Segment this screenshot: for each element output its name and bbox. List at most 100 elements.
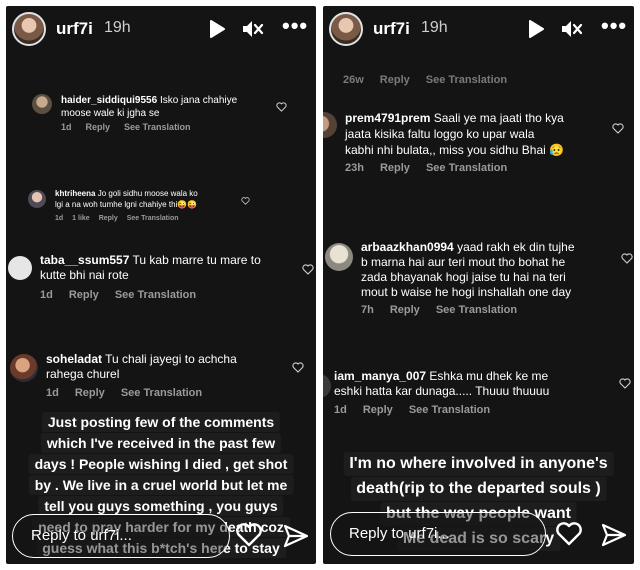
comment-avatar[interactable] [325, 243, 353, 271]
comment-username[interactable]: khtriheena [55, 189, 95, 198]
reply-link[interactable]: Reply [75, 387, 105, 399]
comment-avatar[interactable] [10, 354, 38, 382]
see-translation-link[interactable]: See Translation [409, 404, 490, 416]
more-options-icon[interactable]: ••• [282, 15, 307, 39]
comment-avatar[interactable] [8, 256, 32, 280]
comment-username[interactable]: prem4791prem [345, 111, 430, 125]
reply-link[interactable]: Reply [99, 215, 118, 222]
comment-body: kabhi nhi bulata,, miss you sidhu Bhai 😥 [345, 143, 565, 157]
comment-body: Eshka mu dhek ke me [429, 369, 549, 383]
comment-avatar[interactable] [323, 374, 331, 398]
reply-link[interactable]: Reply [363, 404, 393, 416]
comment-meta-partial: 26w Reply See Translation [343, 74, 521, 86]
comment-text: khtriheena Jo goli sidhu moose wala ko l… [55, 188, 255, 210]
comment-body: zada bhayanak hogi jaise tu hai na teri [361, 270, 566, 284]
play-icon[interactable] [527, 20, 545, 38]
see-translation-link[interactable]: See Translation [127, 215, 179, 222]
comment-body: yaad rakh ek din tujhe [457, 240, 575, 254]
see-translation-link[interactable]: See Translation [426, 74, 507, 86]
heart-icon[interactable] [302, 264, 314, 275]
comment-avatar[interactable] [28, 190, 46, 208]
comment-username[interactable]: taba__ssum557 [40, 253, 129, 267]
heart-icon[interactable] [241, 197, 250, 205]
comment-age: 23h [345, 162, 364, 174]
reply-link[interactable]: Reply [86, 122, 111, 132]
caption-line: by . We live in a cruel world but let me [28, 475, 294, 495]
heart-icon[interactable] [555, 521, 583, 547]
caption-line: Just posting few of the comments [41, 412, 281, 432]
comment-body: Tu chali jayegi to achcha [105, 352, 237, 366]
avatar[interactable] [12, 12, 46, 46]
see-translation-link[interactable]: See Translation [436, 304, 517, 316]
play-icon[interactable] [208, 20, 226, 38]
comment-meta: 1d Reply See Translation [334, 404, 504, 416]
avatar[interactable] [329, 12, 363, 46]
comment-text: soheladat Tu chali jayegi to achcha rahe… [46, 352, 276, 382]
caption-line: death(rip to the departed souls ) [350, 477, 607, 501]
caption-line: days ! People wishing I died , get shot [28, 454, 294, 474]
more-options-icon[interactable]: ••• [601, 15, 626, 39]
comment-username[interactable]: soheladat [46, 352, 102, 366]
comment-text: iam_manya_007 Eshka mu dhek ke me eshki … [334, 369, 614, 399]
comment-username[interactable]: arbaazkhan0994 [361, 240, 454, 254]
comment-text: haider_siddiqui9556 Isko jana chahiye mo… [61, 94, 281, 120]
heart-icon[interactable] [619, 378, 631, 389]
comment-body: b marna hai aur teri mout tho bohat he [361, 255, 566, 269]
comment-body: kutte bhi nai rote [40, 268, 129, 282]
comment-body: Isko jana chahiye [159, 95, 238, 106]
heart-icon[interactable] [612, 123, 624, 134]
comment-avatar[interactable] [323, 112, 337, 138]
story-time: 19h [104, 19, 131, 36]
paper-plane-icon[interactable] [283, 524, 309, 548]
see-translation-link[interactable]: See Translation [426, 162, 507, 174]
comment-body: rahega churel [46, 367, 120, 381]
comment-body: Tu kab marre tu mare to [132, 253, 261, 267]
see-translation-link[interactable]: See Translation [121, 387, 202, 399]
comment-text: taba__ssum557 Tu kab marre tu mare to ku… [40, 253, 290, 283]
caption-line: tell you guys something , you guys [38, 496, 284, 516]
comment-likes[interactable]: 1 like [72, 215, 90, 222]
story-panel-right[interactable]: urf7i 19h ••• 26w Reply See Translation pr… [323, 6, 634, 564]
paper-plane-icon[interactable] [601, 523, 627, 547]
comment-body: eshki hatta kar dunaga..... Thuuu thuuuu [334, 384, 550, 398]
comment-meta: 1d 1 like Reply See Translation [55, 215, 193, 222]
caption-line: which I've received in the past few [40, 433, 282, 453]
comment-text: prem4791prem Saali ye ma jaati tho kya j… [345, 110, 615, 158]
heart-icon[interactable] [292, 362, 304, 373]
see-translation-link[interactable]: See Translation [115, 289, 196, 301]
reply-link[interactable]: Reply [69, 289, 99, 301]
comment-avatar[interactable] [32, 94, 52, 114]
comment-age: 26w [343, 74, 364, 86]
story-username[interactable]: urf7i [373, 19, 410, 39]
reply-input[interactable]: Reply to urf7i... [12, 514, 230, 558]
story-panel-left[interactable]: urf7i 19h ••• haider_siddiqui9556 Isko j… [6, 6, 316, 564]
heart-icon[interactable] [621, 253, 633, 264]
comment-body: Jo goli sidhu moose wala ko [97, 189, 198, 198]
comment-age: 1d [55, 215, 64, 222]
reply-link[interactable]: Reply [380, 74, 410, 86]
comment-username[interactable]: iam_manya_007 [334, 369, 426, 383]
heart-icon[interactable] [235, 522, 263, 548]
story-username[interactable]: urf7i [56, 19, 93, 39]
comment-meta: 23h Reply See Translation [345, 162, 521, 174]
comment-age: 1d [40, 289, 53, 301]
comment-meta: 1d Reply See Translation [46, 387, 216, 399]
comment-username[interactable]: haider_siddiqui9556 [61, 95, 157, 106]
comment-meta: 7h Reply See Translation [361, 304, 531, 316]
heart-icon[interactable] [276, 102, 287, 112]
reply-link[interactable]: Reply [390, 304, 420, 316]
reply-input[interactable]: Reply to urf7i... [330, 512, 546, 556]
comment-body: jaata kisika faltu loggo ko upar wala [345, 127, 535, 141]
see-translation-link[interactable]: See Translation [124, 122, 191, 132]
comment-meta: 1d Reply See Translation [40, 289, 210, 301]
story-header: urf7i 19h ••• [323, 6, 634, 52]
comment-body: Saali ye ma jaati tho kya [433, 111, 564, 125]
speaker-muted-icon[interactable] [561, 19, 583, 39]
comment-age: 1d [61, 122, 72, 132]
comment-meta: 1d Reply See Translation [61, 122, 205, 132]
speaker-muted-icon[interactable] [242, 19, 264, 39]
comment-age: 7h [361, 304, 374, 316]
reply-link[interactable]: Reply [380, 162, 410, 174]
comment-body: moose wale ki jgha se [61, 108, 160, 119]
comment-text: arbaazkhan0994 yaad rakh ek din tujhe b … [361, 240, 626, 300]
